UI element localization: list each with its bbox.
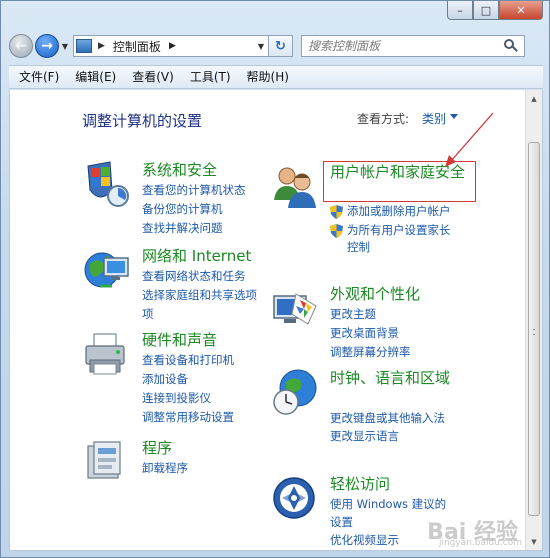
users-icon[interactable] [270, 162, 318, 210]
link-change-input-method[interactable]: 更改键盘或其他输入法 [330, 409, 450, 427]
search-input[interactable] [308, 39, 488, 53]
category-links: 更改主题 更改桌面背景 调整屏幕分辨率 [330, 305, 411, 362]
view-by-dropdown[interactable]: 类别 [422, 110, 446, 127]
programs-icon[interactable] [82, 438, 130, 486]
category-links: 查看网络状态和任务 选择家庭组和共享选项 项 [142, 267, 257, 324]
search-box[interactable] [301, 35, 525, 57]
category-title-hardware-sound[interactable]: 硬件和声音 [142, 330, 217, 350]
appearance-icon[interactable] [270, 284, 318, 332]
search-icon[interactable] [504, 39, 518, 53]
ease-access-icon[interactable] [270, 474, 318, 522]
page-title: 调整计算机的设置 [82, 112, 203, 130]
recent-pages-dropdown[interactable]: ▼ [59, 42, 71, 51]
link-add-remove-users[interactable]: 添加或删除用户帐户 [330, 203, 460, 220]
link-adjust-resolution[interactable]: 调整屏幕分辨率 [330, 343, 411, 362]
category-title-system-security[interactable]: 系统和安全 [142, 160, 217, 180]
link-change-display-language[interactable]: 更改显示语言 [330, 427, 450, 446]
category-system-security: 系统和安全 查看您的计算机状态 备份您的计算机 查找并解决问题 [82, 160, 272, 240]
menu-bar: 文件(F) 编辑(E) 查看(V) 工具(T) 帮助(H) [9, 65, 543, 89]
menu-edit[interactable]: 编辑(E) [67, 66, 124, 88]
link-add-device[interactable]: 添加设备 [142, 370, 234, 389]
category-links: 查看设备和打印机 添加设备 连接到投影仪 调整常用移动设置 [142, 351, 234, 427]
category-title-programs[interactable]: 程序 [142, 438, 172, 458]
caption-buttons: – □ ✕ [447, 1, 543, 20]
scroll-down-arrow[interactable]: ▼ [526, 533, 542, 550]
link-change-theme[interactable]: 更改主题 [330, 305, 411, 324]
close-button[interactable]: ✕ [499, 1, 543, 20]
category-title-clock-language-region[interactable]: 时钟、语言和区域 [330, 368, 460, 388]
category-links: 卸载程序 [142, 459, 188, 478]
menu-tools[interactable]: 工具(T) [182, 66, 239, 88]
link-uninstall-program[interactable]: 卸载程序 [142, 459, 188, 478]
link-add-remove-users-label[interactable]: 添加或删除用户帐户 [347, 204, 451, 218]
system-security-icon[interactable] [82, 160, 130, 208]
category-title-appearance[interactable]: 外观和个性化 [330, 284, 420, 304]
menu-view[interactable]: 查看(V) [124, 66, 182, 88]
maximize-button[interactable]: □ [473, 1, 499, 20]
category-network-internet: 网络和 Internet 查看网络状态和任务 选择家庭组和共享选项 项 [82, 246, 272, 321]
forward-button[interactable]: → [35, 34, 59, 58]
menu-file[interactable]: 文件(F) [11, 66, 67, 88]
refresh-button[interactable]: ↻ [269, 35, 293, 57]
clock-globe-icon[interactable] [270, 368, 318, 416]
control-panel-icon [76, 39, 92, 53]
back-button[interactable]: ← [9, 34, 33, 58]
scroll-thumb[interactable] [528, 142, 540, 516]
category-clock-language-region: 时钟、语言和区域 更改键盘或其他输入法 更改显示语言 [270, 368, 470, 468]
link-backup-computer[interactable]: 备份您的计算机 [142, 200, 246, 219]
content-area: 调整计算机的设置 查看方式: 类别 系统和安全 查看您的计算机状态 备份您的计算… [9, 90, 543, 551]
scroll-up-arrow[interactable]: ▲ [526, 90, 542, 107]
printer-icon[interactable] [82, 330, 130, 378]
link-connect-projector[interactable]: 连接到投影仪 [142, 389, 234, 408]
link-parental-controls[interactable]: 为所有用户设置家长控制 [330, 222, 460, 256]
menu-help[interactable]: 帮助(H) [239, 66, 297, 88]
category-title-ease-of-access[interactable]: 轻松访问 [330, 474, 390, 494]
minimize-button[interactable]: – [447, 1, 473, 20]
link-homegroup-sharing[interactable]: 选择家庭组和共享选项 [142, 286, 257, 305]
category-links: 查看您的计算机状态 备份您的计算机 查找并解决问题 [142, 181, 246, 238]
link-troubleshoot[interactable]: 查找并解决问题 [142, 219, 246, 238]
address-crumb-control-panel[interactable]: 控制面板 [113, 38, 161, 55]
address-bar[interactable]: ▶ 控制面板 ▶ ▼ [73, 35, 269, 57]
category-appearance: 外观和个性化 更改主题 更改桌面背景 调整屏幕分辨率 [270, 284, 470, 364]
link-change-desktop-background[interactable]: 更改桌面背景 [330, 324, 411, 343]
highlight-box [323, 161, 476, 202]
view-by-label: 查看方式: [357, 112, 410, 126]
uac-shield-icon [330, 224, 343, 238]
category-programs: 程序 卸载程序 [82, 438, 272, 488]
window-frame: – □ ✕ ← → ▼ ▶ 控制面板 ▶ ▼ ↻ 文件(F) 编辑(E) 查看(… [0, 0, 550, 558]
uac-shield-icon [330, 205, 343, 219]
link-view-computer-status[interactable]: 查看您的计算机状态 [142, 181, 246, 200]
address-root-chevron[interactable]: ▶ [98, 41, 105, 51]
network-globe-icon[interactable] [82, 246, 130, 294]
category-hardware-sound: 硬件和声音 查看设备和打印机 添加设备 连接到投影仪 调整常用移动设置 [82, 330, 272, 424]
link-network-status[interactable]: 查看网络状态和任务 [142, 267, 257, 286]
category-links: 添加或删除用户帐户 为所有用户设置家长控制 [330, 203, 460, 258]
link-devices-printers[interactable]: 查看设备和打印机 [142, 351, 234, 370]
link-mobility-settings[interactable]: 调整常用移动设置 [142, 408, 234, 427]
link-parental-controls-label[interactable]: 为所有用户设置家长控制 [347, 223, 451, 254]
watermark-url: jingyan.baidu.com [438, 538, 522, 548]
vertical-scrollbar[interactable]: ▲ ▼ [525, 90, 542, 550]
address-dropdown-icon[interactable]: ▼ [258, 42, 264, 51]
link-homegroup-sharing-cont[interactable]: 项 [142, 305, 257, 324]
category-links: 更改键盘或其他输入法 更改显示语言 [330, 409, 450, 446]
chevron-down-icon[interactable] [450, 114, 458, 119]
navigation-bar: ← → ▼ ▶ 控制面板 ▶ ▼ ↻ [9, 31, 543, 61]
category-title-network-internet[interactable]: 网络和 Internet [142, 246, 251, 266]
address-crumb-chevron[interactable]: ▶ [169, 41, 176, 51]
